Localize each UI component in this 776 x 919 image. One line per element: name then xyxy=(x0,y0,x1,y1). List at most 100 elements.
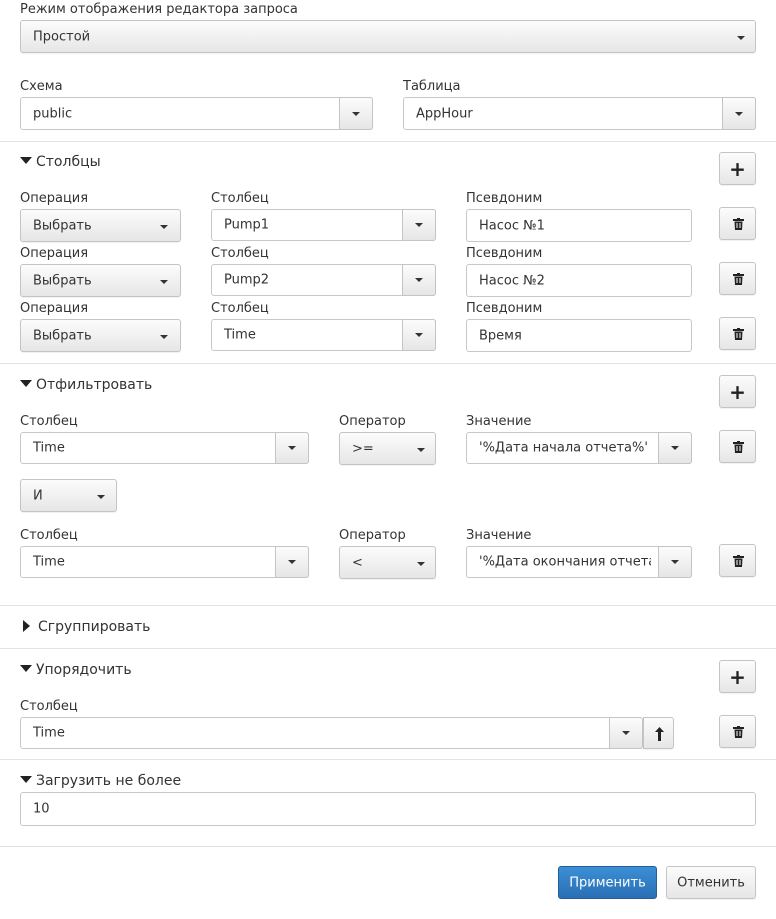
filter-section-toggle[interactable]: Отфильтровать xyxy=(20,376,152,394)
column-select[interactable]: Time xyxy=(211,319,436,351)
delete-filter-button[interactable] xyxy=(719,430,756,463)
operation-value: Выбрать xyxy=(33,328,92,343)
chevron-down-icon xyxy=(622,731,630,735)
trash-icon xyxy=(733,273,744,285)
apply-button[interactable]: Применить xyxy=(558,866,657,899)
editor-mode-value: Простой xyxy=(33,29,91,44)
operation-select[interactable]: Выбрать xyxy=(20,319,181,352)
alias-input[interactable]: Насос №2 xyxy=(466,264,692,297)
chevron-down-icon xyxy=(735,111,743,116)
limit-section-toggle[interactable]: Загрузить не более xyxy=(20,772,181,790)
filter-value: '%Дата окончания отчета%' xyxy=(479,554,651,570)
chevron-down-icon xyxy=(288,560,296,564)
alias-value: Время xyxy=(479,328,522,343)
add-filter-button[interactable]: + xyxy=(719,375,756,408)
schema-select[interactable]: public xyxy=(20,97,373,130)
filter-column-select[interactable]: Time xyxy=(20,546,309,578)
column-select[interactable]: Pump2 xyxy=(211,264,436,296)
order-column-select[interactable]: Time xyxy=(20,717,643,749)
trash-icon xyxy=(733,441,744,453)
column-select[interactable]: Pump1 xyxy=(211,209,436,241)
table-value: AppHour xyxy=(416,106,473,121)
chevron-down-icon xyxy=(415,333,423,337)
value-label: Значение xyxy=(466,414,532,429)
column-label: Столбец xyxy=(211,301,269,316)
alias-label: Псевдоним xyxy=(466,191,543,206)
operation-label: Операция xyxy=(20,301,89,316)
plus-icon: + xyxy=(729,379,746,404)
delete-filter-button[interactable] xyxy=(719,544,756,577)
operation-label: Операция xyxy=(20,246,89,261)
chevron-down-icon xyxy=(97,495,105,499)
value-label: Значение xyxy=(466,528,532,543)
sort-direction-button[interactable] xyxy=(643,717,674,749)
filter-column-value: Time xyxy=(33,554,65,570)
column-value: Time xyxy=(224,327,256,343)
editor-mode-label: Режим отображения редактора запроса xyxy=(20,2,298,17)
order-section-toggle[interactable]: Упорядочить xyxy=(20,661,132,679)
trash-icon xyxy=(733,218,744,230)
filter-column-dropdown-button[interactable] xyxy=(275,546,309,578)
chevron-down-icon xyxy=(160,335,168,339)
order-column-dropdown-button[interactable] xyxy=(609,717,643,749)
operation-select[interactable]: Выбрать xyxy=(20,209,181,242)
divider xyxy=(0,605,776,606)
chevron-down-icon xyxy=(417,562,425,566)
add-column-button[interactable]: + xyxy=(719,152,756,185)
columns-section-toggle[interactable]: Столбцы xyxy=(20,153,101,171)
caret-down-icon xyxy=(20,665,32,672)
column-dropdown-button[interactable] xyxy=(402,319,436,351)
filter-column-label: Столбец xyxy=(20,528,78,543)
operator-label: Оператор xyxy=(339,528,406,543)
filter-value-select[interactable]: '%Дата окончания отчета%' xyxy=(466,546,692,578)
arrow-up-icon xyxy=(655,727,664,741)
divider xyxy=(0,648,776,649)
column-label: Столбец xyxy=(211,191,269,206)
column-dropdown-button[interactable] xyxy=(402,209,436,241)
alias-input[interactable]: Время xyxy=(466,319,692,352)
filter-value-dropdown-button[interactable] xyxy=(658,432,692,464)
alias-input[interactable]: Насос №1 xyxy=(466,209,692,242)
column-value: Pump1 xyxy=(224,217,270,233)
chevron-down-icon xyxy=(671,560,679,564)
cancel-button[interactable]: Отменить xyxy=(666,866,756,899)
operator-select[interactable]: >= xyxy=(339,432,436,465)
conjunction-select[interactable]: И xyxy=(20,479,117,512)
filter-column-dropdown-button[interactable] xyxy=(275,432,309,464)
delete-column-button[interactable] xyxy=(719,317,756,350)
chevron-down-icon xyxy=(671,446,679,450)
filter-column-select[interactable]: Time xyxy=(20,432,309,464)
delete-order-button[interactable] xyxy=(719,715,756,748)
table-dropdown-button[interactable] xyxy=(722,97,756,130)
delete-column-button[interactable] xyxy=(719,207,756,240)
filter-section-title: Отфильтровать xyxy=(36,377,153,393)
operator-select[interactable]: < xyxy=(339,546,436,579)
add-order-button[interactable]: + xyxy=(719,660,756,693)
chevron-down-icon xyxy=(415,278,423,282)
operation-label: Операция xyxy=(20,191,89,206)
limit-value: 10 xyxy=(33,801,50,817)
limit-input[interactable]: 10 xyxy=(20,792,756,826)
schema-dropdown-button[interactable] xyxy=(339,97,373,130)
cancel-button-label: Отменить xyxy=(677,875,745,890)
column-dropdown-button[interactable] xyxy=(402,264,436,296)
divider xyxy=(0,846,776,847)
operator-label: Оператор xyxy=(339,414,406,429)
chevron-down-icon xyxy=(737,36,745,40)
column-label: Столбец xyxy=(211,246,269,261)
delete-column-button[interactable] xyxy=(719,262,756,295)
operation-select[interactable]: Выбрать xyxy=(20,264,181,297)
trash-icon xyxy=(733,726,744,738)
limit-section-title: Загрузить не более xyxy=(36,773,182,789)
filter-value-dropdown-button[interactable] xyxy=(658,546,692,578)
order-column-label: Столбец xyxy=(20,699,78,714)
filter-column-value: Time xyxy=(33,440,65,456)
table-select[interactable]: AppHour xyxy=(403,97,756,130)
filter-value-select[interactable]: '%Дата начала отчета%' xyxy=(466,432,692,464)
group-section-toggle[interactable]: Сгруппировать xyxy=(20,618,150,636)
editor-mode-select[interactable]: Простой xyxy=(20,20,756,53)
chevron-down-icon xyxy=(415,223,423,227)
apply-button-label: Применить xyxy=(569,875,646,890)
caret-down-icon xyxy=(20,157,32,164)
chevron-down-icon xyxy=(160,225,168,229)
